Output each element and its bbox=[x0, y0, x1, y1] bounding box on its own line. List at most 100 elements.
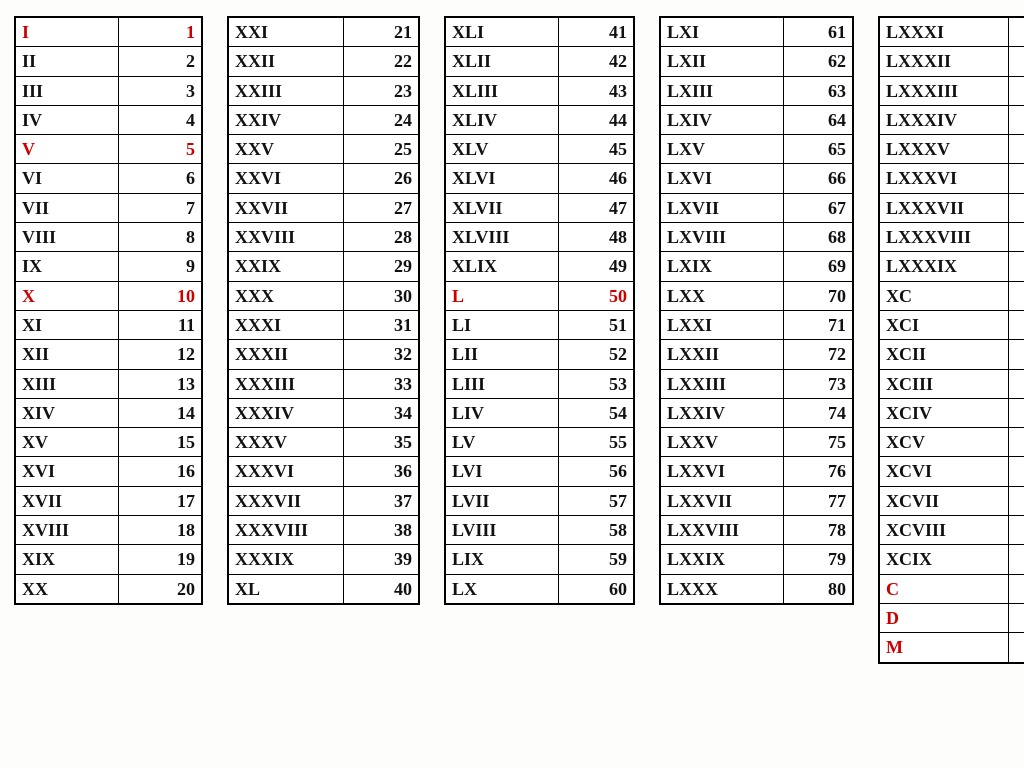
roman-numeral-cell: LXII bbox=[660, 47, 784, 76]
arabic-number-cell: 24 bbox=[344, 105, 420, 134]
arabic-number-cell: 43 bbox=[559, 76, 635, 105]
roman-numeral-cell: XCV bbox=[879, 428, 1009, 457]
arabic-number-cell: 48 bbox=[559, 223, 635, 252]
table-row: LXIII63 bbox=[660, 76, 853, 105]
arabic-number-cell: 93 bbox=[1009, 369, 1024, 398]
roman-numeral-cell: LIV bbox=[445, 398, 559, 427]
roman-numeral-cell: LII bbox=[445, 340, 559, 369]
arabic-number-cell: 32 bbox=[344, 340, 420, 369]
roman-numeral-cell: VII bbox=[15, 193, 119, 222]
arabic-number-cell: 91 bbox=[1009, 310, 1024, 339]
roman-numeral-cell: XXXVII bbox=[228, 486, 344, 515]
roman-numeral-cell: XXI bbox=[228, 17, 344, 47]
table-row: XXXVIII38 bbox=[228, 516, 419, 545]
arabic-number-cell: 100 bbox=[1009, 574, 1024, 603]
table-row: XVII17 bbox=[15, 486, 202, 515]
arabic-number-cell: 1 bbox=[119, 17, 203, 47]
roman-numeral-cell: XCVI bbox=[879, 457, 1009, 486]
roman-numeral-cell: XLV bbox=[445, 135, 559, 164]
tables-row: I1II2III3IV4V5VI6VII7VIII8IX9X10XI11XII1… bbox=[14, 16, 1010, 664]
arabic-number-cell: 69 bbox=[784, 252, 854, 281]
arabic-number-cell: 17 bbox=[119, 486, 203, 515]
table-row: C100 bbox=[879, 574, 1024, 603]
roman-numeral-cell: XCVIII bbox=[879, 516, 1009, 545]
roman-numeral-cell: XI bbox=[15, 310, 119, 339]
table-row: LXXIX79 bbox=[660, 545, 853, 574]
roman-numeral-cell: XXX bbox=[228, 281, 344, 310]
roman-numeral-cell: XXXII bbox=[228, 340, 344, 369]
arabic-number-cell: 28 bbox=[344, 223, 420, 252]
roman-numeral-cell: M bbox=[879, 633, 1009, 663]
table-row: XCI91 bbox=[879, 310, 1024, 339]
roman-numeral-cell: XCII bbox=[879, 340, 1009, 369]
table-row: XXVI26 bbox=[228, 164, 419, 193]
table-row: V5 bbox=[15, 135, 202, 164]
table-row: LVI56 bbox=[445, 457, 634, 486]
table-row: III3 bbox=[15, 76, 202, 105]
arabic-number-cell: 80 bbox=[784, 574, 854, 604]
table-row: XLIX49 bbox=[445, 252, 634, 281]
arabic-number-cell: 49 bbox=[559, 252, 635, 281]
roman-numeral-cell: LVII bbox=[445, 486, 559, 515]
table-row: XI11 bbox=[15, 310, 202, 339]
arabic-number-cell: 95 bbox=[1009, 428, 1024, 457]
arabic-number-cell: 88 bbox=[1009, 223, 1024, 252]
roman-numeral-cell: LXXIX bbox=[660, 545, 784, 574]
arabic-number-cell: 46 bbox=[559, 164, 635, 193]
roman-numeral-cell: LXXXII bbox=[879, 47, 1009, 76]
roman-numeral-cell: LXIII bbox=[660, 76, 784, 105]
roman-numeral-cell: LV bbox=[445, 428, 559, 457]
table-row: VI6 bbox=[15, 164, 202, 193]
table-row: L50 bbox=[445, 281, 634, 310]
table-row: IV4 bbox=[15, 105, 202, 134]
roman-numeral-cell: XLI bbox=[445, 17, 559, 47]
table-row: LXXXIII83 bbox=[879, 76, 1024, 105]
arabic-number-cell: 13 bbox=[119, 369, 203, 398]
table-row: XLVII47 bbox=[445, 193, 634, 222]
arabic-number-cell: 86 bbox=[1009, 164, 1024, 193]
table-row: LX60 bbox=[445, 574, 634, 604]
roman-numeral-cell: LXXV bbox=[660, 428, 784, 457]
table-row: LV55 bbox=[445, 428, 634, 457]
arabic-number-cell: 63 bbox=[784, 76, 854, 105]
roman-numeral-cell: L bbox=[445, 281, 559, 310]
arabic-number-cell: 27 bbox=[344, 193, 420, 222]
roman-numeral-cell: XVII bbox=[15, 486, 119, 515]
table-row: LXVIII68 bbox=[660, 223, 853, 252]
table-row: XCV95 bbox=[879, 428, 1024, 457]
arabic-number-cell: 51 bbox=[559, 310, 635, 339]
table-row: LXXXIX89 bbox=[879, 252, 1024, 281]
table-row: LXXVIII78 bbox=[660, 516, 853, 545]
roman-numeral-cell: LXXX bbox=[660, 574, 784, 604]
table-row: LXXX80 bbox=[660, 574, 853, 604]
table-row: XXXVI36 bbox=[228, 457, 419, 486]
roman-numeral-cell: XXXIX bbox=[228, 545, 344, 574]
roman-numeral-cell: LXVI bbox=[660, 164, 784, 193]
arabic-number-cell: 62 bbox=[784, 47, 854, 76]
arabic-number-cell: 39 bbox=[344, 545, 420, 574]
table-row: LIII53 bbox=[445, 369, 634, 398]
table-row: LIX59 bbox=[445, 545, 634, 574]
roman-numeral-cell: XXXI bbox=[228, 310, 344, 339]
table-row: VIII8 bbox=[15, 223, 202, 252]
roman-numeral-cell: V bbox=[15, 135, 119, 164]
arabic-number-cell: 16 bbox=[119, 457, 203, 486]
arabic-number-cell: 74 bbox=[784, 398, 854, 427]
roman-numeral-cell: XXIII bbox=[228, 76, 344, 105]
roman-numeral-cell: LIII bbox=[445, 369, 559, 398]
table-row: LXXXVII87 bbox=[879, 193, 1024, 222]
table-row: LXXXI81 bbox=[879, 17, 1024, 47]
arabic-number-cell: 15 bbox=[119, 428, 203, 457]
table-row: LXI61 bbox=[660, 17, 853, 47]
table-row: XXI21 bbox=[228, 17, 419, 47]
arabic-number-cell: 9 bbox=[119, 252, 203, 281]
roman-numeral-cell: XXII bbox=[228, 47, 344, 76]
table-row: LXII62 bbox=[660, 47, 853, 76]
arabic-number-cell: 7 bbox=[119, 193, 203, 222]
table-row: D500 bbox=[879, 603, 1024, 632]
arabic-number-cell: 5 bbox=[119, 135, 203, 164]
table-row: LXXXVIII88 bbox=[879, 223, 1024, 252]
arabic-number-cell: 40 bbox=[344, 574, 420, 604]
roman-numeral-cell: XXVII bbox=[228, 193, 344, 222]
arabic-number-cell: 60 bbox=[559, 574, 635, 604]
